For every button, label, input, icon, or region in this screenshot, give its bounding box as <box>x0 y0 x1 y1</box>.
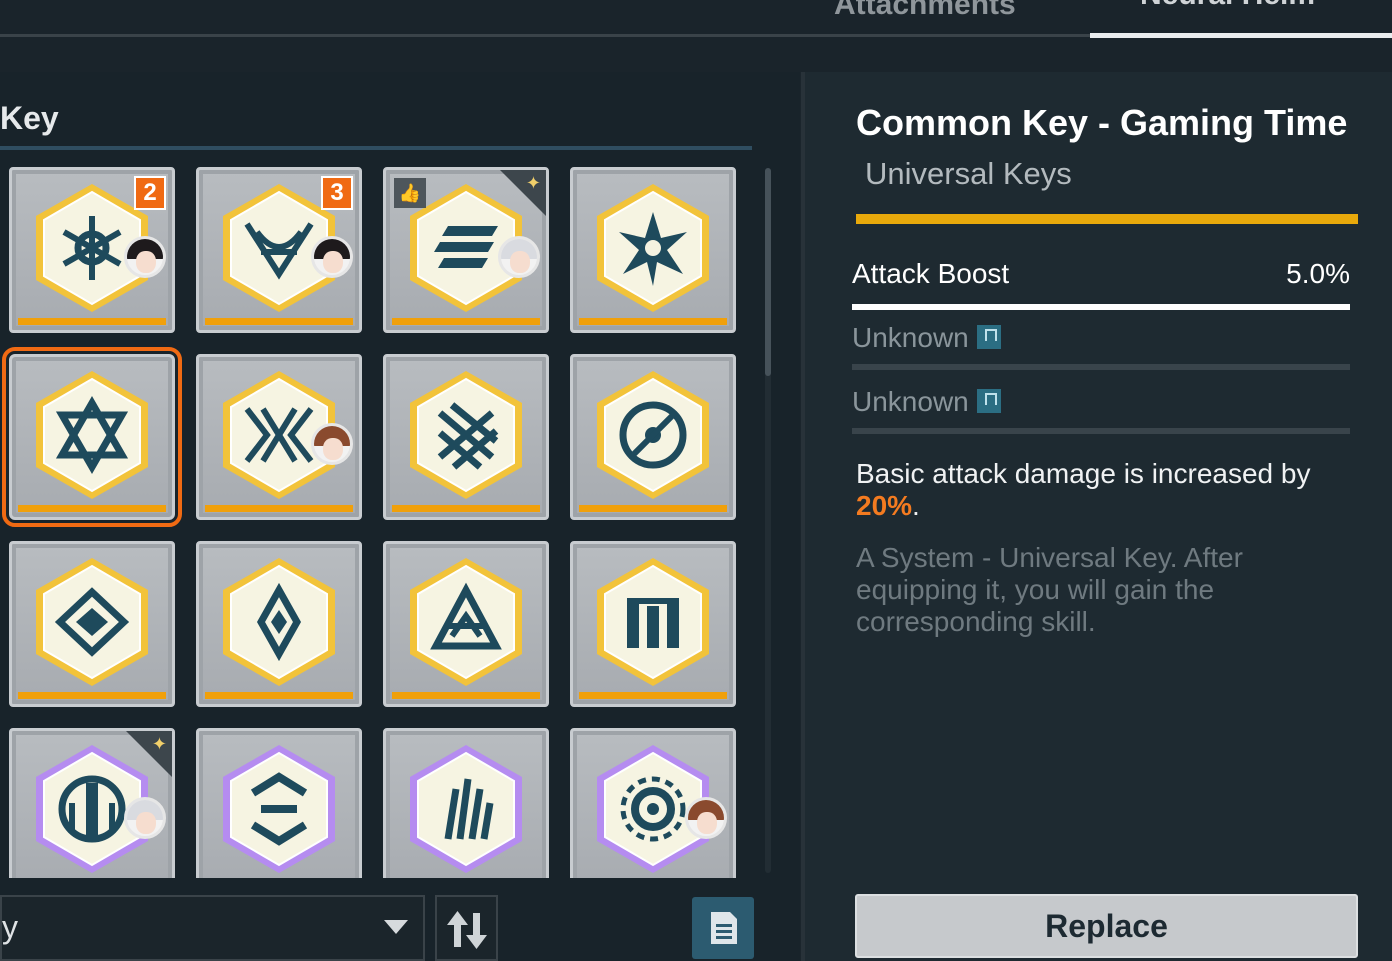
top-tab-bar: Attachments Neural Helm <box>0 0 1392 72</box>
document-icon <box>711 912 737 944</box>
key-tile[interactable]: ✦ <box>9 728 175 878</box>
key-emblem-icon <box>223 745 335 873</box>
sort-button[interactable] <box>435 895 498 961</box>
key-emblem-icon <box>597 371 709 499</box>
key-tile[interactable] <box>570 167 736 333</box>
stat-label: Unknown <box>852 322 969 353</box>
character-avatar <box>124 797 166 839</box>
character-avatar <box>311 236 353 278</box>
tab-neural-helm[interactable]: Neural Helm <box>1140 0 1315 12</box>
key-tile[interactable] <box>383 728 549 878</box>
avatar-face <box>323 438 343 460</box>
rarity-bar <box>392 318 540 325</box>
key-tile[interactable] <box>196 728 362 878</box>
filter-value: y <box>2 909 18 945</box>
stat-underline <box>852 304 1350 310</box>
key-emblem-icon <box>410 745 522 873</box>
avatar-face <box>510 251 530 273</box>
thumbs-up-icon: 👍 <box>394 178 426 208</box>
character-avatar <box>498 236 540 278</box>
effect-text: Basic attack damage is increased by <box>856 458 1311 489</box>
active-tab-indicator <box>1090 33 1392 38</box>
tab-divider <box>0 34 1090 37</box>
rarity-bar <box>579 318 727 325</box>
rarity-bar <box>579 692 727 699</box>
rarity-bar <box>392 692 540 699</box>
rarity-bar <box>392 505 540 512</box>
key-category: Universal Keys <box>865 156 1072 191</box>
key-tile[interactable]: 2 <box>9 167 175 333</box>
stat-underline <box>852 428 1350 434</box>
rarity-bar <box>18 692 166 699</box>
key-tile[interactable] <box>570 728 736 878</box>
key-emblem-icon <box>36 558 148 686</box>
key-tile[interactable] <box>570 541 736 707</box>
sparkle-icon: ✦ <box>151 734 167 754</box>
key-emblem-icon <box>36 371 148 499</box>
effect-description: Basic attack damage is increased by 20%. <box>856 458 1356 522</box>
chevron-down-icon[interactable] <box>384 920 408 934</box>
sort-icon <box>447 911 487 949</box>
key-emblem-icon <box>597 184 709 312</box>
character-avatar <box>124 236 166 278</box>
tab-attachments[interactable]: Attachments <box>834 0 1016 22</box>
replace-button[interactable]: Replace <box>855 894 1358 958</box>
filter-dropdown[interactable]: y <box>0 895 425 961</box>
character-avatar <box>311 423 353 465</box>
rarity-bar <box>18 318 166 325</box>
avatar-face <box>136 251 156 273</box>
count-badge: 3 <box>321 176 353 210</box>
key-grid: 2 3 ✦ 👍 ✦ <box>0 160 760 878</box>
key-tile[interactable] <box>383 354 549 520</box>
rarity-bar <box>579 505 727 512</box>
character-avatar <box>685 797 727 839</box>
flavor-text: A System - Universal Key. After equippin… <box>856 542 1243 637</box>
key-tile[interactable] <box>196 541 362 707</box>
rarity-bar <box>205 692 353 699</box>
key-tile[interactable] <box>196 354 362 520</box>
key-emblem-icon <box>223 558 335 686</box>
stat-value: 5.0% <box>1286 258 1350 289</box>
key-tile[interactable] <box>9 541 175 707</box>
stat-row-unknown-1: Unknown <box>852 322 1350 370</box>
key-tile[interactable] <box>2 347 182 527</box>
locked-icon <box>976 325 1001 349</box>
key-tile[interactable]: 3 <box>196 167 362 333</box>
section-title: Key <box>0 100 59 136</box>
avatar-face <box>697 812 717 834</box>
key-tile[interactable] <box>570 354 736 520</box>
key-emblem-icon <box>597 558 709 686</box>
scrollbar-thumb[interactable] <box>765 168 771 376</box>
stat-underline <box>852 364 1350 370</box>
locked-icon <box>976 389 1001 413</box>
details-button[interactable] <box>692 897 754 959</box>
key-title: Common Key - Gaming Time <box>856 102 1348 143</box>
stat-row-attack-boost: Attack Boost 5.0% <box>852 258 1350 310</box>
rarity-bar <box>205 505 353 512</box>
rarity-bar <box>856 214 1358 224</box>
stat-row-unknown-2: Unknown <box>852 386 1350 434</box>
rarity-bar <box>18 505 166 512</box>
key-emblem-icon <box>410 371 522 499</box>
stat-label: Attack Boost <box>852 258 1010 289</box>
effect-end: . <box>912 490 920 521</box>
effect-value: 20% <box>856 490 913 521</box>
key-tile[interactable] <box>383 541 549 707</box>
avatar-face <box>323 251 343 273</box>
count-badge: 2 <box>134 176 166 210</box>
rarity-bar <box>205 318 353 325</box>
key-tile[interactable]: ✦ 👍 <box>383 167 549 333</box>
section-underline <box>0 146 752 150</box>
key-emblem-icon <box>410 558 522 686</box>
avatar-face <box>136 812 156 834</box>
sparkle-icon: ✦ <box>525 173 541 193</box>
stat-label: Unknown <box>852 386 969 417</box>
